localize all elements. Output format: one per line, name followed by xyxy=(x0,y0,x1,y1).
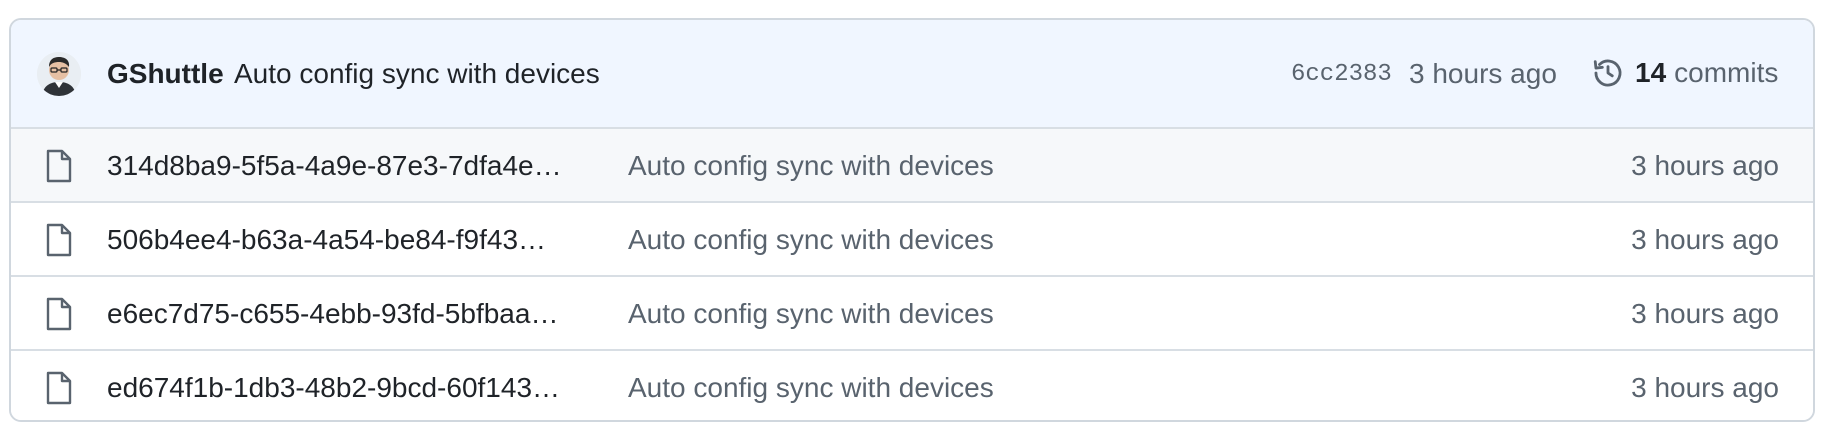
file-row[interactable]: ed674f1b-1db3-48b2-9bcd-60f143… Auto con… xyxy=(11,351,1813,420)
file-name-link[interactable]: ed674f1b-1db3-48b2-9bcd-60f143… xyxy=(107,371,612,405)
file-commit-time: 3 hours ago xyxy=(1631,372,1779,403)
commit-history-link[interactable]: 14 commits xyxy=(1591,56,1778,90)
file-commit-time: 3 hours ago xyxy=(1631,224,1779,255)
file-row[interactable]: e6ec7d75-c655-4ebb-93fd-5bfbaa… Auto con… xyxy=(11,277,1813,351)
file-commit-message-link[interactable]: Auto config sync with devices xyxy=(628,223,994,257)
file-commit-message-link[interactable]: Auto config sync with devices xyxy=(628,297,994,331)
file-icon xyxy=(45,223,73,257)
file-name-link[interactable]: e6ec7d75-c655-4ebb-93fd-5bfbaa… xyxy=(107,297,612,331)
commit-sha-link[interactable]: 6cc2383 xyxy=(1291,60,1392,90)
file-icon xyxy=(45,149,73,183)
avatar-image xyxy=(37,52,81,96)
commit-time: 3 hours ago xyxy=(1409,58,1557,89)
history-icon xyxy=(1591,56,1625,90)
file-row[interactable]: 314d8ba9-5f5a-4a9e-87e3-7dfa4e… Auto con… xyxy=(11,129,1813,203)
file-navigation-box: GShuttle Auto config sync with devices 6… xyxy=(9,18,1815,422)
author-avatar[interactable] xyxy=(37,52,81,96)
commit-message-link[interactable]: Auto config sync with devices xyxy=(234,57,600,91)
file-commit-message-link[interactable]: Auto config sync with devices xyxy=(628,371,994,405)
file-commit-message-link[interactable]: Auto config sync with devices xyxy=(628,149,994,183)
file-icon xyxy=(45,297,73,331)
commit-author-link[interactable]: GShuttle xyxy=(107,57,224,91)
commit-count-label: commits xyxy=(1674,57,1779,88)
commit-count: 14 xyxy=(1635,57,1667,88)
file-name-link[interactable]: 506b4ee4-b63a-4a54-be84-f9f43… xyxy=(107,223,612,257)
file-commit-time: 3 hours ago xyxy=(1631,150,1779,181)
file-commit-time: 3 hours ago xyxy=(1631,298,1779,329)
file-row[interactable]: 506b4ee4-b63a-4a54-be84-f9f43… Auto conf… xyxy=(11,203,1813,277)
latest-commit-header: GShuttle Auto config sync with devices 6… xyxy=(11,20,1813,129)
file-name-link[interactable]: 314d8ba9-5f5a-4a9e-87e3-7dfa4e… xyxy=(107,149,612,183)
file-icon xyxy=(45,371,73,405)
